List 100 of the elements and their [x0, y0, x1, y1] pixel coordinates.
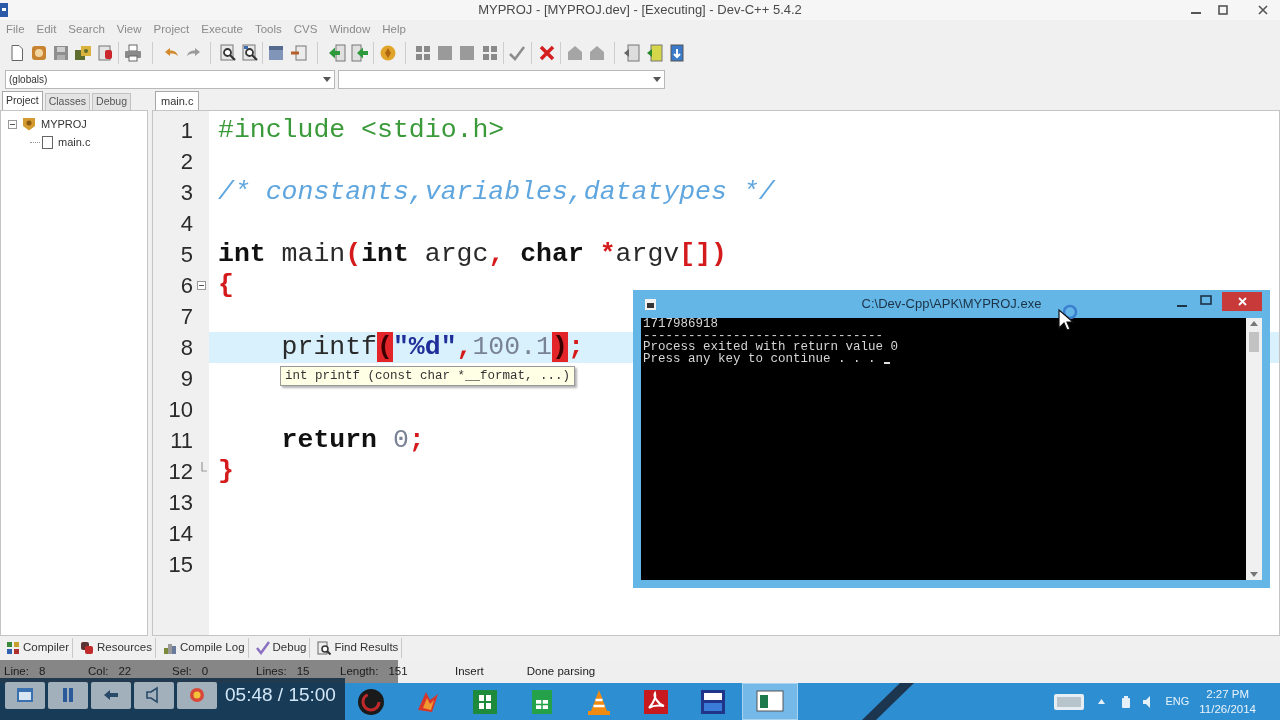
new-file-icon[interactable]: [8, 44, 26, 62]
line-number: 13: [167, 489, 193, 517]
player-button[interactable]: [48, 681, 88, 709]
player-button[interactable]: [134, 681, 174, 709]
menu-item[interactable]: CVS: [287, 21, 324, 37]
tile-app-icon[interactable]: [698, 687, 727, 716]
line-number: 3: [179, 179, 193, 207]
file-tab[interactable]: main.c: [155, 91, 200, 110]
expander-icon[interactable]: [8, 119, 17, 129]
restore-icon[interactable]: [1200, 295, 1212, 305]
stack-icon: [80, 641, 94, 655]
scroll-thumb[interactable]: [1249, 332, 1259, 352]
speaker-icon[interactable]: [1143, 695, 1153, 708]
code-line: /* constants,variables,datatypes */: [218, 177, 775, 208]
window-icon[interactable]: [267, 44, 285, 62]
spreadsheet-app-icon[interactable]: [470, 687, 499, 716]
code-line: printf("%d",100.1);: [281, 332, 584, 363]
line-number: 9: [179, 365, 193, 393]
square-icon[interactable]: [458, 44, 476, 62]
status-value: 0: [201, 663, 209, 679]
output-tab[interactable]: Debug: [252, 638, 311, 658]
console-icon: [645, 298, 656, 310]
status-label: Lines:: [256, 663, 287, 679]
indent-icon[interactable]: [290, 44, 308, 62]
line-number: 11: [169, 427, 193, 455]
line-number: 8: [179, 334, 193, 362]
menu-item[interactable]: Edit: [30, 21, 63, 37]
close-icon[interactable]: [1258, 5, 1268, 15]
console-scrollbar[interactable]: [1246, 318, 1262, 580]
close-button[interactable]: [1222, 292, 1262, 311]
menu-item[interactable]: Search: [62, 21, 111, 37]
ring-app-icon[interactable]: [356, 687, 385, 716]
player-button[interactable]: [91, 681, 131, 709]
status-message: Done parsing: [526, 663, 596, 679]
code-line: }: [218, 456, 234, 487]
output-tab[interactable]: Compiler: [3, 638, 73, 658]
scope-dropdown[interactable]: (globals): [5, 69, 335, 89]
arrow-in-icon[interactable]: [328, 44, 346, 62]
menu-item[interactable]: Project: [147, 21, 196, 37]
tray-arrow-icon[interactable]: [1098, 699, 1106, 704]
line-number: 6: [179, 272, 193, 300]
caret-icon: [323, 76, 331, 82]
replace-icon[interactable]: [241, 44, 259, 62]
reader-app-icon[interactable]: [641, 687, 670, 716]
scroll-down-icon[interactable]: [1250, 572, 1258, 577]
arrow-out-icon[interactable]: [351, 44, 369, 62]
tree-item[interactable]: main.c: [58, 133, 91, 151]
project-icon: [22, 117, 36, 131]
status-value: 22: [118, 663, 132, 679]
scroll-up-icon[interactable]: [1250, 321, 1258, 326]
line-number: 7: [179, 303, 193, 331]
close-file-icon[interactable]: [96, 44, 114, 62]
console-text: Press any key to continue . . .: [643, 353, 876, 365]
status-value: 15: [296, 663, 310, 679]
page-arrow-icon[interactable]: [646, 44, 664, 62]
function-tooltip: int printf (const char *__format, ...): [280, 366, 576, 386]
code-line: {: [218, 270, 234, 301]
output-tab[interactable]: Resources: [77, 638, 156, 658]
status-value: 8: [38, 663, 46, 679]
badge-icon[interactable]: [379, 44, 397, 62]
line-number: 15: [167, 551, 193, 579]
line-number: 2: [179, 148, 193, 176]
grid-icon[interactable]: [414, 44, 432, 62]
console-title: C:\Dev-Cpp\APK\MYPROJ.exe: [861, 295, 1042, 314]
save-icon[interactable]: [52, 44, 70, 62]
print-icon[interactable]: [124, 44, 142, 62]
output-tab[interactable]: Find Results: [314, 638, 403, 658]
cross-icon[interactable]: [538, 44, 556, 62]
restore-icon[interactable]: [1218, 5, 1228, 15]
panel-tab[interactable]: Project: [2, 91, 43, 110]
status-label: Col:: [88, 663, 109, 679]
console-text: 1717986918: [643, 319, 718, 331]
find-icon[interactable]: [219, 44, 237, 62]
tree-item[interactable]: MYPROJ: [41, 115, 87, 133]
line-number: 14: [167, 520, 193, 548]
save-all-icon[interactable]: [74, 44, 92, 62]
window-title: MYPROJ - [MYPROJ.dev] - [Executing] - Dev-C++ 5.4.2: [478, 2, 802, 18]
square-icon[interactable]: [436, 44, 454, 62]
window-icon: [16, 686, 34, 704]
project-icon[interactable]: [30, 44, 48, 62]
player-button[interactable]: [177, 681, 217, 709]
grid-icon[interactable]: [481, 44, 499, 62]
console-text: --------------------------------: [643, 330, 884, 342]
battery-icon[interactable]: [1122, 695, 1131, 708]
output-tab[interactable]: Compile Log: [160, 638, 249, 658]
check-icon[interactable]: [508, 44, 526, 62]
keyboard-icon[interactable]: [1054, 693, 1085, 710]
panel-tab[interactable]: Debug: [92, 93, 131, 110]
language-indicator[interactable]: ENG: [1165, 693, 1190, 710]
page-arrow-icon[interactable]: [623, 44, 641, 62]
taskbar-button[interactable]: [742, 683, 798, 720]
line-number: 12: [167, 458, 193, 486]
fold-toggle-icon[interactable]: [196, 281, 206, 290]
line-number: 5: [179, 241, 193, 269]
blocks-icon: [6, 641, 20, 655]
panel-tab[interactable]: Classes: [44, 93, 91, 110]
player-button[interactable]: [5, 681, 45, 709]
menu-item[interactable]: Execute: [195, 21, 249, 37]
clock[interactable]: 2:27 PM 11/26/2014: [1199, 686, 1256, 717]
video-time: 05:48 / 15:00: [225, 682, 336, 707]
